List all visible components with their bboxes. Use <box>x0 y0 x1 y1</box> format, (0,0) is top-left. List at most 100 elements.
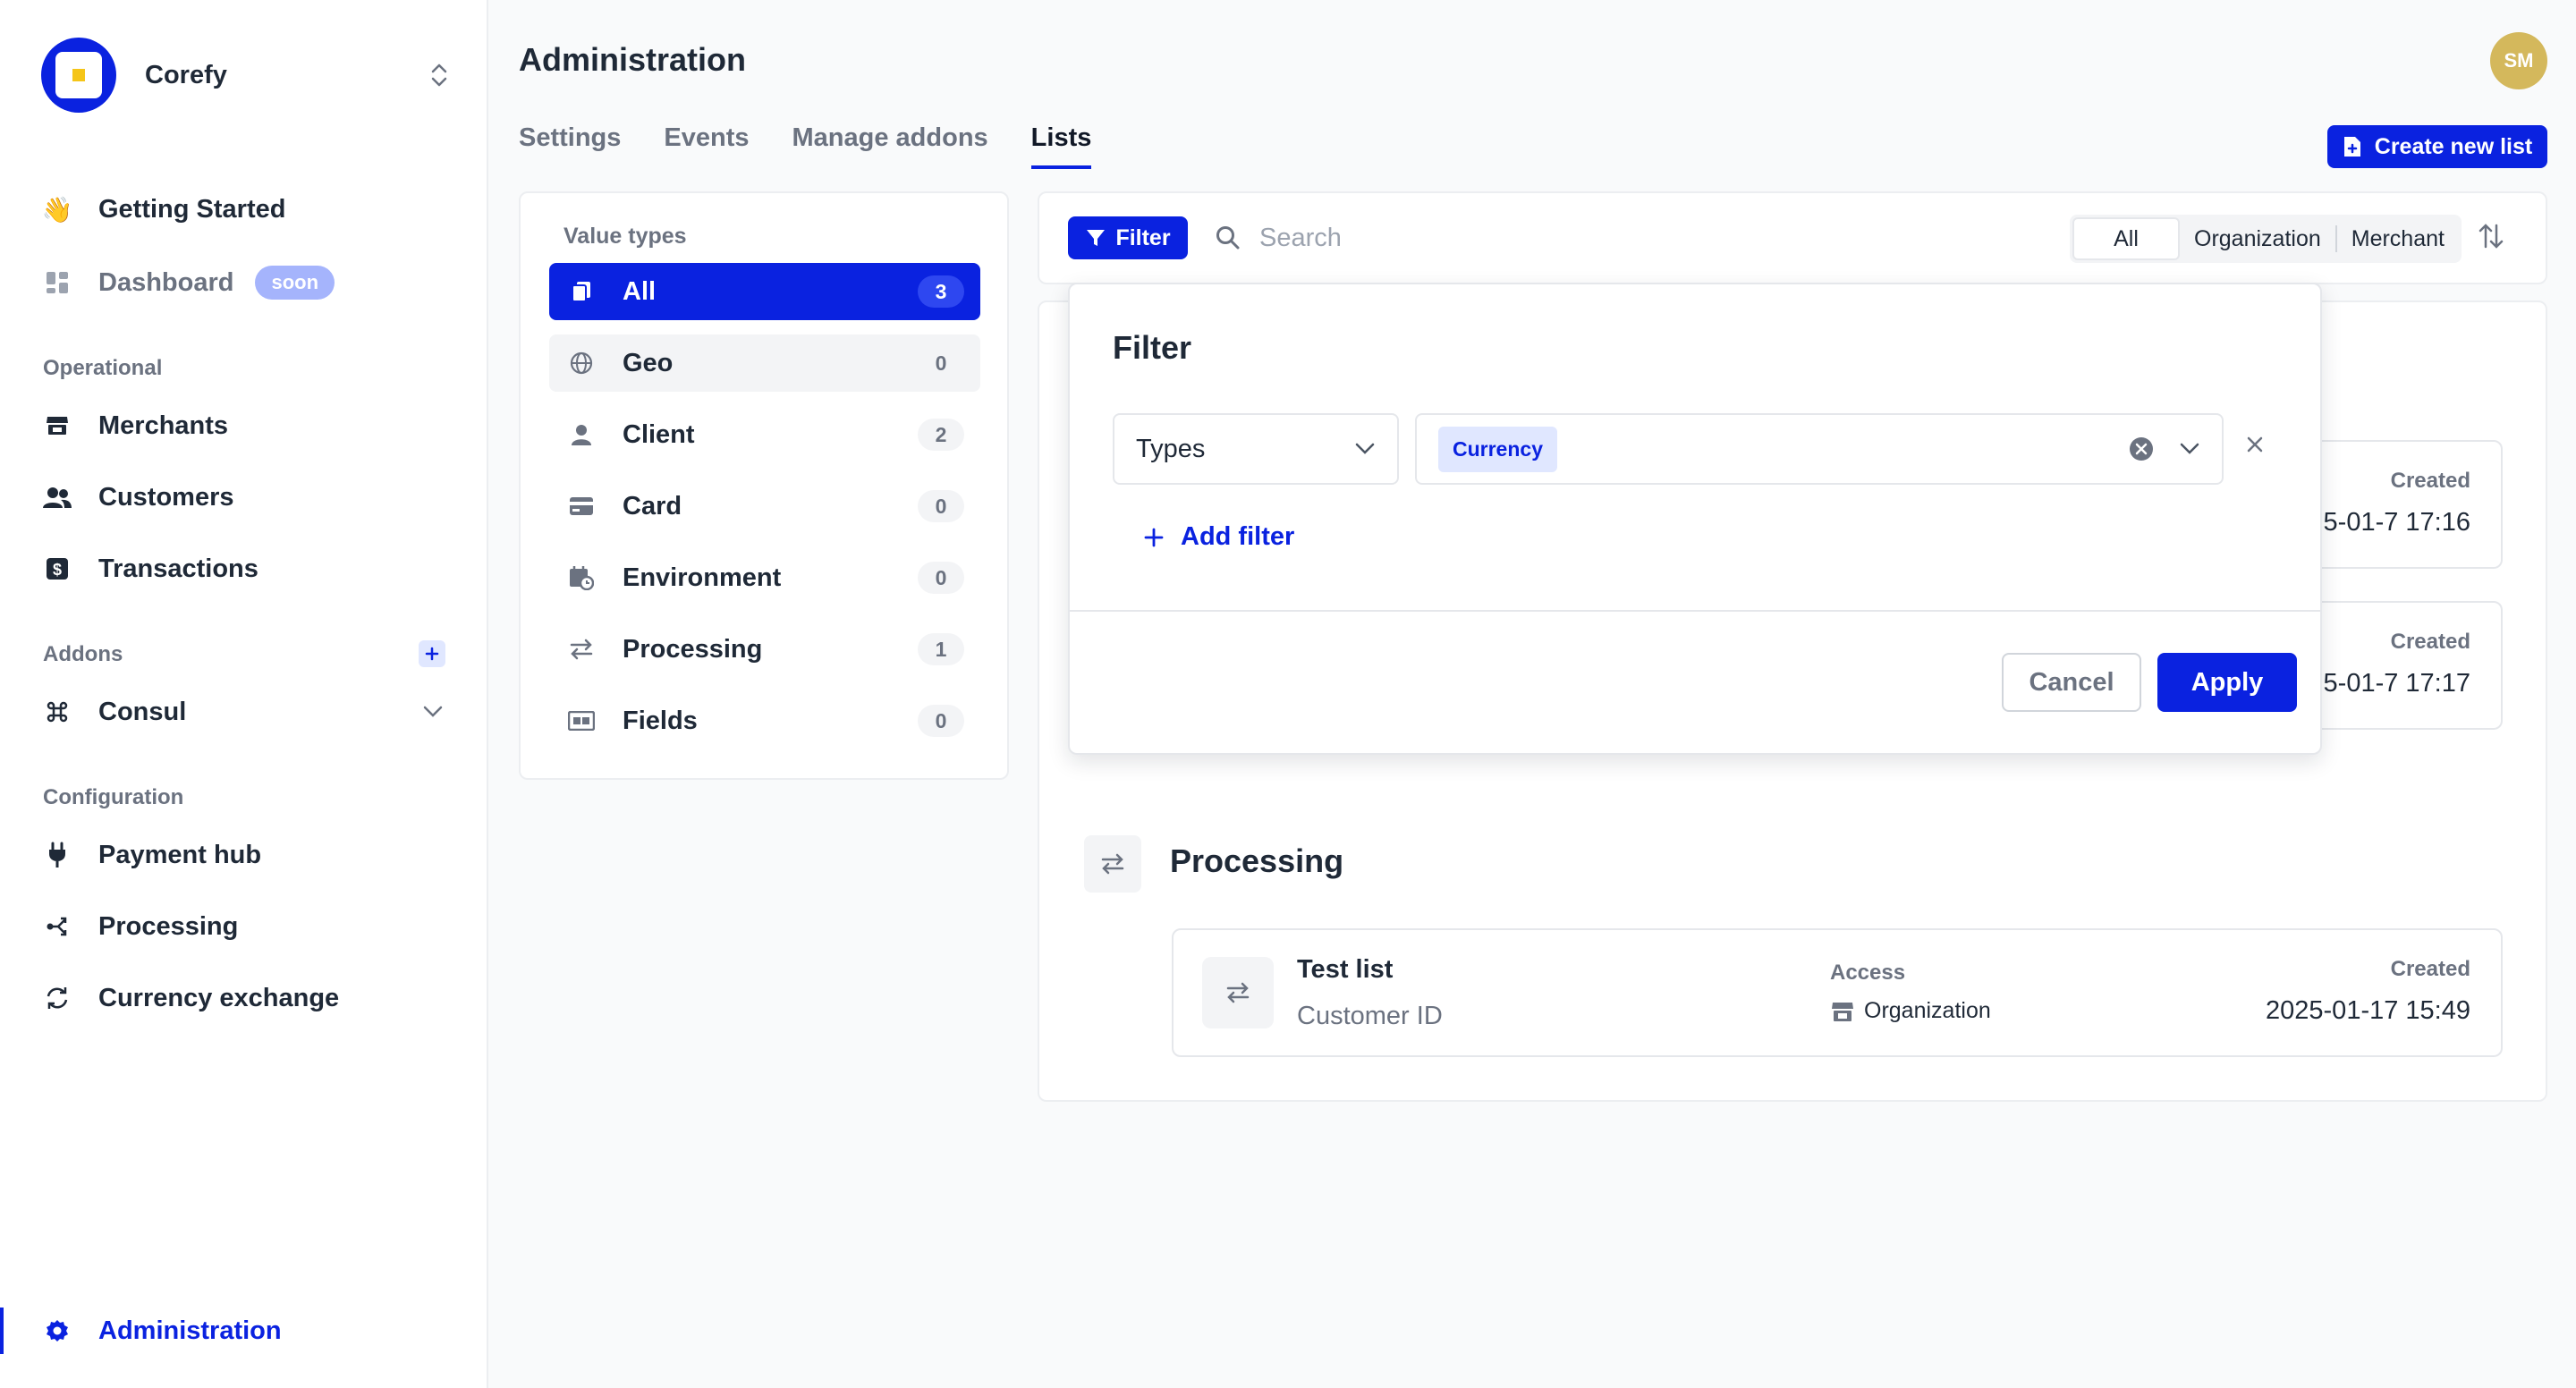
list-card-test-list[interactable]: Test list Customer ID Access Organizatio… <box>1172 928 2503 1057</box>
plug-icon <box>41 839 73 871</box>
sort-icon[interactable] <box>2478 222 2504 250</box>
type-count: 0 <box>918 347 964 379</box>
created-label: Created <box>2390 469 2470 493</box>
type-count: 1 <box>918 633 964 665</box>
nav-currency-exchange[interactable]: Currency exchange <box>41 971 453 1025</box>
lists-toolbar: Filter All Organization Merchant <box>1038 191 2547 284</box>
scope-merchant[interactable]: Merchant <box>2337 217 2459 260</box>
clear-icon[interactable] <box>2129 436 2154 461</box>
nav-administration[interactable]: Administration <box>41 1304 453 1358</box>
type-card[interactable]: Card 0 <box>549 478 980 535</box>
access-label: Access <box>1830 961 1906 985</box>
filter-field-value: Types <box>1136 434 1206 463</box>
globe-icon <box>567 349 596 377</box>
value-types-panel: Value types All 3 Geo 0 Client 2 Card 0 … <box>519 191 1009 780</box>
type-client[interactable]: Client 2 <box>549 406 980 463</box>
section-configuration: Configuration <box>43 785 184 809</box>
funnel-icon <box>1085 227 1106 249</box>
section-operational: Operational <box>43 356 163 380</box>
text-field-icon <box>567 707 596 735</box>
type-label: Geo <box>623 348 674 377</box>
nav-consul[interactable]: Consul <box>41 685 453 739</box>
nav-merchants[interactable]: Merchants <box>41 399 453 453</box>
type-all[interactable]: All 3 <box>549 263 980 320</box>
nav-getting-started[interactable]: 👋 Getting Started <box>41 182 453 236</box>
type-processing[interactable]: Processing 1 <box>549 621 980 678</box>
nav-label: Customers <box>98 482 234 512</box>
scope-all[interactable]: All <box>2072 217 2180 260</box>
filter-popover-title: Filter <box>1113 329 1192 366</box>
command-icon <box>41 696 73 728</box>
filter-button[interactable]: Filter <box>1068 216 1188 259</box>
type-label: Environment <box>623 563 782 592</box>
nav-dashboard[interactable]: Dashboard soon <box>41 256 453 309</box>
search-input[interactable] <box>1259 223 1796 253</box>
type-label: Client <box>623 419 695 449</box>
apply-button[interactable]: Apply <box>2157 653 2297 712</box>
filter-popover: Filter Types Currency Add filter Cancel … <box>1068 283 2322 755</box>
nav-label: Currency exchange <box>98 983 340 1012</box>
add-addon-button[interactable] <box>419 640 445 667</box>
store-icon <box>41 410 73 442</box>
tab-settings[interactable]: Settings <box>519 123 621 169</box>
nav-label: Processing <box>98 911 239 941</box>
plus-icon <box>425 647 439 661</box>
nav-transactions[interactable]: $ Transactions <box>41 542 453 596</box>
type-label: Processing <box>623 634 763 664</box>
scope-organization[interactable]: Organization <box>2180 217 2335 260</box>
currency-chip[interactable]: Currency <box>1438 426 1557 472</box>
chevron-up-down-icon[interactable] <box>426 57 453 93</box>
dollar-icon: $ <box>41 553 73 585</box>
group-title-processing: Processing <box>1170 842 1344 879</box>
nav-label: Merchants <box>98 410 229 440</box>
nav-processing[interactable]: Processing <box>41 900 453 953</box>
type-count: 3 <box>918 275 964 308</box>
type-fields[interactable]: Fields 0 <box>549 692 980 749</box>
nav-payment-hub[interactable]: Payment hub <box>41 828 453 882</box>
routing-icon <box>41 910 73 943</box>
created-value: 5-01-7 17:17 <box>2323 669 2470 698</box>
filter-value-select[interactable]: Currency <box>1415 413 2224 485</box>
tab-bar: Settings Events Manage addons Lists <box>519 123 1134 169</box>
type-geo[interactable]: Geo 0 <box>549 334 980 392</box>
calendar-clock-icon <box>567 563 596 592</box>
org-name: Corefy <box>145 60 227 89</box>
filter-field-select[interactable]: Types <box>1113 413 1399 485</box>
scope-segmented-control: All Organization Merchant <box>2070 215 2462 263</box>
add-filter-button[interactable]: Add filter <box>1143 522 1294 552</box>
search-icon <box>1215 224 1241 251</box>
nav-customers[interactable]: Customers <box>41 470 453 524</box>
filter-button-label: Filter <box>1115 224 1171 250</box>
value-types-title: Value types <box>564 224 687 249</box>
svg-text:$: $ <box>53 561 62 579</box>
type-count: 2 <box>918 419 964 451</box>
swap-arrows-icon <box>1084 835 1141 893</box>
nav-label: Administration <box>98 1316 282 1345</box>
add-filter-label: Add filter <box>1181 522 1295 551</box>
avatar[interactable]: SM <box>2490 32 2547 89</box>
waving-hand-icon: 👋 <box>41 195 73 224</box>
chevron-down-icon <box>1354 442 1376 456</box>
page-title: Administration <box>519 41 747 78</box>
type-count: 0 <box>918 562 964 594</box>
store-icon <box>1830 1000 1855 1023</box>
person-icon <box>567 420 596 449</box>
dashboard-icon <box>41 267 73 299</box>
cancel-button[interactable]: Cancel <box>2002 653 2141 712</box>
org-switcher[interactable]: Corefy <box>41 38 453 113</box>
close-icon[interactable] <box>2245 435 2265 454</box>
created-label: Created <box>2390 630 2470 654</box>
tab-lists[interactable]: Lists <box>1030 123 1092 169</box>
type-environment[interactable]: Environment 0 <box>549 549 980 606</box>
create-new-list-button[interactable]: Create new list <box>2327 125 2547 168</box>
copy-icon <box>567 277 596 306</box>
nav-label: Transactions <box>98 554 258 583</box>
created-value: 2025-01-17 15:49 <box>2266 996 2470 1025</box>
tab-manage-addons[interactable]: Manage addons <box>792 123 988 169</box>
swap-arrows-icon <box>1202 957 1274 1028</box>
chevron-down-icon[interactable] <box>2179 442 2200 456</box>
soon-badge: soon <box>255 266 335 300</box>
chevron-down-icon[interactable] <box>422 705 444 719</box>
type-label: All <box>623 276 657 306</box>
tab-events[interactable]: Events <box>664 123 749 169</box>
